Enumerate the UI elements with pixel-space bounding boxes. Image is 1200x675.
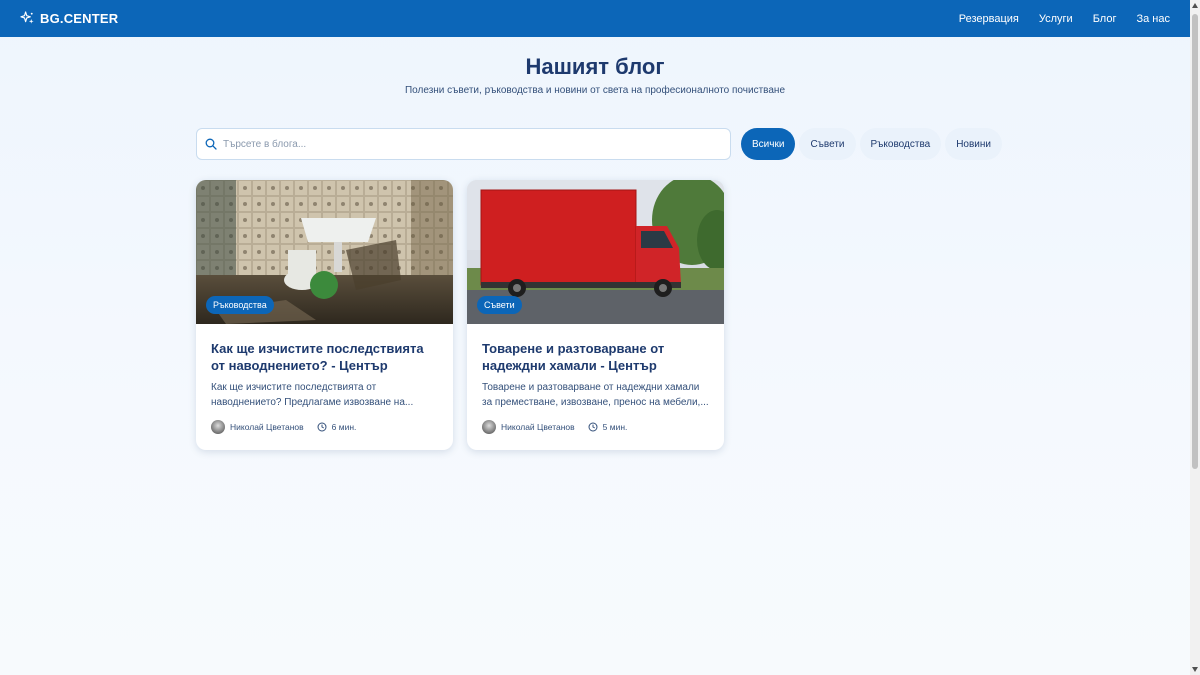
post-title[interactable]: Товарене и разтоварване от надеждни хама… [482, 340, 709, 374]
post-title[interactable]: Как ще изчистите последствията от наводн… [211, 340, 438, 374]
post-read-time: 6 мин. [331, 422, 357, 432]
logo-text: BG.CENTER [40, 11, 119, 26]
post-read-time: 5 мин. [602, 422, 628, 432]
clock-icon [588, 422, 598, 432]
search-icon [205, 138, 217, 150]
filter-all-button[interactable]: Всички [741, 128, 796, 160]
post-image-flooded-bathroom[interactable]: Ръководства [196, 180, 453, 324]
nav-link-blog[interactable]: Блог [1093, 13, 1117, 25]
filter-guides-button[interactable]: Ръководства [859, 128, 942, 160]
scroll-up-icon[interactable] [1192, 3, 1198, 8]
filter-tips-button[interactable]: Съвети [799, 128, 856, 160]
main-nav: Резервация Услуги Блог За нас [959, 13, 1170, 25]
scroll-down-icon[interactable] [1192, 667, 1198, 672]
blog-post-card[interactable]: Съвети Товарене и разтоварване от надежд… [467, 180, 724, 450]
clock-icon [317, 422, 327, 432]
top-navbar: BG.CENTER Резервация Услуги Блог За нас [0, 0, 1190, 37]
blog-post-card[interactable]: Ръководства Как ще изчистите последствия… [196, 180, 453, 450]
post-image-red-truck[interactable]: Съвети [467, 180, 724, 324]
author-avatar [211, 420, 225, 434]
post-category-badge: Ръководства [206, 296, 274, 314]
post-meta: Николай Цветанов 5 мин. [482, 420, 709, 434]
post-category-badge: Съвети [477, 296, 522, 314]
nav-link-services[interactable]: Услуги [1039, 13, 1073, 25]
page-title: Нашият блог [525, 54, 665, 79]
post-meta: Николай Цветанов 6 мин. [211, 420, 438, 434]
page-subtitle: Полезни съвети, ръководства и новини от … [404, 85, 785, 96]
logo[interactable]: BG.CENTER [20, 11, 118, 26]
page-scrollbar[interactable] [1190, 0, 1200, 675]
category-filters: Всички Съвети Ръководства Новини [741, 128, 1002, 160]
scrollbar-thumb[interactable] [1192, 14, 1198, 469]
post-excerpt: Товарене и разтоварване от надеждни хама… [482, 382, 709, 408]
nav-link-about[interactable]: За нас [1136, 13, 1170, 25]
post-author: Николай Цветанов [501, 422, 575, 432]
search-input[interactable] [223, 138, 703, 150]
sparkle-icon [20, 11, 34, 24]
search-box [196, 128, 731, 160]
nav-link-reservation[interactable]: Резервация [959, 13, 1019, 25]
author-avatar [482, 420, 496, 434]
post-author: Николай Цветанов [230, 422, 304, 432]
filter-news-button[interactable]: Новини [945, 128, 1002, 160]
post-excerpt: Как ще изчистите последствията от наводн… [211, 382, 414, 408]
